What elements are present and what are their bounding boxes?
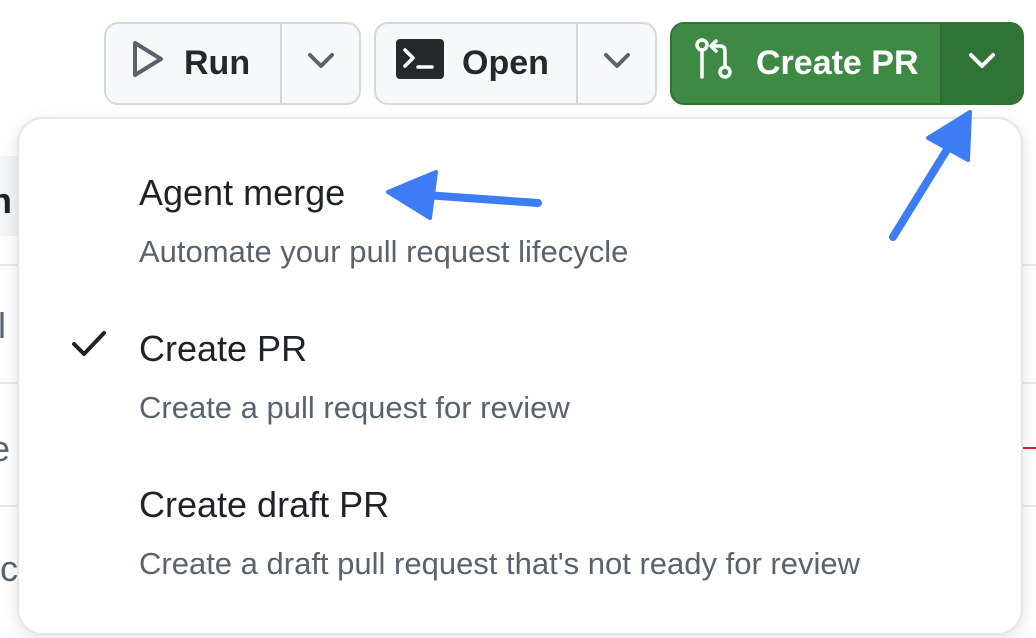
background-text-fragment: e (0, 428, 11, 469)
create-pr-button-label: Create PR (756, 44, 919, 82)
chevron-down-icon (967, 51, 997, 76)
menu-item-description: Automate your pull request lifecycle (139, 234, 629, 269)
run-button-label: Run (184, 44, 251, 82)
terminal-icon (396, 39, 444, 88)
create-pr-dropdown-menu: Agent merge Automate your pull request l… (17, 117, 1023, 635)
chevron-down-icon (602, 51, 632, 76)
menu-item-description: Create a draft pull request that's not r… (139, 546, 861, 581)
open-button-group: Open (374, 22, 657, 105)
open-button[interactable]: Open (376, 24, 576, 103)
chevron-down-icon (306, 51, 336, 76)
background-text-fragment: il (0, 305, 6, 346)
create-pr-button[interactable]: Create PR (672, 24, 940, 103)
play-icon (130, 38, 166, 89)
open-button-label: Open (462, 44, 549, 82)
menu-item-agent-merge[interactable]: Agent merge Automate your pull request l… (19, 139, 1021, 289)
background-text-fragment: /c (0, 548, 19, 589)
run-button-group: Run (104, 22, 361, 105)
run-options-button[interactable] (280, 24, 359, 103)
check-icon (71, 329, 107, 364)
menu-item-description: Create a pull request for review (139, 390, 570, 425)
create-pr-button-group: Create PR (670, 22, 1024, 105)
open-options-button[interactable] (576, 24, 655, 103)
menu-item-create-pr[interactable]: Create PR Create a pull request for revi… (19, 295, 1021, 445)
run-button[interactable]: Run (106, 24, 280, 103)
git-pull-request-icon (694, 37, 734, 90)
background-text-fragment: n (0, 180, 12, 221)
menu-item-title: Create PR (139, 328, 308, 369)
menu-item-title: Agent merge (139, 172, 346, 213)
create-pr-options-button[interactable] (939, 24, 1022, 103)
menu-item-title: Create draft PR (139, 484, 390, 525)
menu-item-create-draft-pr[interactable]: Create draft PR Create a draft pull requ… (19, 451, 1021, 601)
screen: n il e /c Run (0, 0, 1036, 638)
